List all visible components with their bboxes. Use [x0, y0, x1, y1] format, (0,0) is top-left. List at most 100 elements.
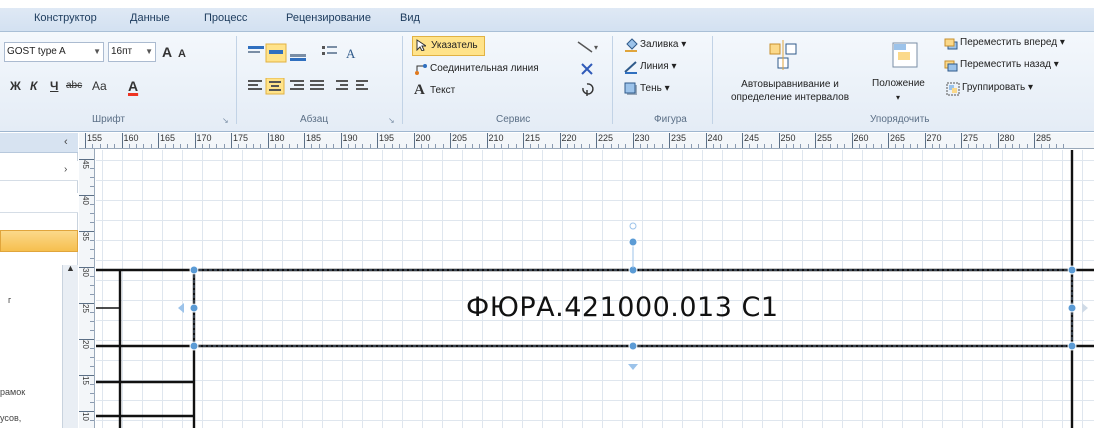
line-tool-icon[interactable]: ▾	[576, 40, 600, 54]
ruler-minor-tick	[289, 144, 291, 148]
ruler-minor-tick	[771, 144, 773, 148]
tab-data[interactable]: Данные	[130, 12, 170, 24]
chevron-down-icon[interactable]: ▼	[145, 43, 153, 61]
bold-button[interactable]: Ж	[10, 76, 21, 96]
send-backward-button[interactable]: Переместить назад ▾	[960, 57, 1059, 73]
ruler-minor-tick	[90, 240, 94, 241]
auto-align-button[interactable]: Автовыравнивание и определение интервало…	[722, 78, 858, 104]
ruler-minor-tick	[683, 144, 685, 148]
svg-text:▾: ▾	[594, 43, 598, 52]
ruler-minor-tick	[1019, 144, 1021, 148]
ruler-minor-tick	[187, 144, 189, 148]
ruler-minor-tick	[325, 144, 327, 148]
panel-selected-stencil[interactable]	[0, 230, 78, 252]
ruler-label: 225	[598, 133, 614, 143]
designation-text[interactable]: ФЮРА.421000.013 С1	[466, 292, 779, 323]
ruler-minor-tick	[318, 144, 320, 148]
ruler-minor-tick	[873, 144, 875, 148]
connector-icon	[415, 64, 427, 75]
ruler-label: 195	[379, 133, 395, 143]
ruler-minor-tick	[939, 144, 941, 148]
panel-row[interactable]: ›	[0, 161, 78, 181]
ruler-minor-tick	[946, 144, 948, 148]
ruler-minor-tick	[442, 144, 444, 148]
ruler-minor-tick	[479, 144, 481, 148]
chevron-down-icon[interactable]: ▾	[896, 90, 900, 106]
font-family-combo[interactable]: GOST type A ▼	[4, 42, 104, 62]
ruler-minor-tick	[201, 144, 203, 148]
ruler-label: 270	[926, 133, 942, 143]
separator	[236, 36, 237, 124]
connector-tool-button[interactable]: Соединительная линия	[430, 61, 539, 77]
panel-row[interactable]	[0, 193, 78, 213]
ruler-tick	[851, 133, 853, 148]
paragraph-launcher-icon[interactable]: ↘	[388, 116, 395, 125]
font-color-button[interactable]: A	[128, 76, 138, 96]
align-top-icons[interactable]	[248, 42, 320, 64]
scroll-up-icon[interactable]: ▲	[66, 263, 75, 273]
ruler-minor-tick	[880, 144, 882, 148]
ruler-label: 205	[452, 133, 468, 143]
ruler-tick	[961, 133, 962, 148]
ruler-minor-tick	[90, 357, 94, 358]
list-and-text-size-icons[interactable]: A	[322, 44, 362, 62]
shadow-button[interactable]: Тень ▾	[640, 81, 670, 97]
ruler-minor-tick	[172, 144, 174, 148]
grow-font-button[interactable]: A	[162, 42, 172, 62]
ruler-minor-tick	[355, 144, 357, 148]
drawing-canvas[interactable]: ФЮРА.421000.013 С1	[96, 150, 1094, 428]
line-button[interactable]: Линия ▾	[640, 59, 676, 75]
shadow-icon	[624, 82, 637, 95]
italic-button[interactable]: К	[30, 76, 37, 96]
ruler-minor-tick	[1048, 144, 1050, 148]
connection-arrow	[1082, 303, 1088, 313]
chevron-down-icon[interactable]: ▼	[93, 43, 101, 61]
ruler-minor-tick	[260, 144, 262, 148]
tab-review[interactable]: Рецензирование	[286, 12, 371, 24]
ruler-label: 265	[890, 133, 906, 143]
ruler-label: 30	[81, 268, 90, 277]
chevron-left-icon[interactable]: ‹	[64, 136, 68, 148]
ruler-minor-tick	[333, 144, 335, 148]
ruler-minor-tick	[844, 144, 846, 148]
tab-view[interactable]: Вид	[400, 12, 420, 24]
chevron-right-icon[interactable]: ›	[64, 164, 67, 175]
ruler-minor-tick	[749, 144, 751, 148]
group-icon	[946, 82, 960, 96]
paragraph-align-icons[interactable]	[248, 78, 378, 96]
underline-button[interactable]: Ч	[50, 76, 58, 96]
bring-forward-button[interactable]: Переместить вперед ▾	[960, 35, 1065, 51]
ruler-label: 165	[160, 133, 176, 143]
ruler-minor-tick	[1026, 144, 1028, 148]
ruler-minor-tick	[90, 366, 94, 367]
ruler-minor-tick	[1055, 144, 1057, 148]
strikethrough-button[interactable]: abc	[66, 76, 82, 96]
change-case-button[interactable]: Aa	[92, 76, 107, 96]
ruler-minor-tick	[90, 276, 94, 277]
ruler-minor-tick	[90, 249, 94, 250]
tab-process[interactable]: Процесс	[204, 12, 247, 24]
group-button[interactable]: Группировать ▾	[962, 80, 1033, 96]
shapes-panel: ‹ › ▲ г рамок усов,	[0, 133, 78, 428]
ruler-minor-tick	[982, 144, 984, 148]
shrink-font-button[interactable]: A	[178, 44, 186, 64]
panel-header-collapse[interactable]: ‹	[0, 133, 78, 153]
svg-text:A: A	[346, 46, 356, 61]
vertical-ruler: 45 40 35 30 25 20 15 10	[79, 149, 95, 428]
ruler-minor-tick	[581, 144, 583, 148]
ruler-minor-tick	[1063, 144, 1065, 148]
ruler-tick	[267, 133, 269, 148]
ruler-minor-tick	[785, 144, 787, 148]
panel-scrollbar[interactable]: ▲	[62, 263, 78, 428]
text-tool-button[interactable]: Текст	[430, 83, 455, 99]
font-size-combo[interactable]: 16пт ▼	[108, 42, 156, 62]
tab-design[interactable]: Конструктор	[34, 12, 97, 24]
fill-button[interactable]: Заливка ▾	[640, 37, 686, 53]
font-launcher-icon[interactable]: ↘	[222, 116, 229, 125]
ruler-minor-tick	[515, 144, 517, 148]
close-icon[interactable]	[580, 62, 594, 76]
ruler-minor-tick	[1004, 144, 1006, 148]
ruler-minor-tick	[895, 144, 897, 148]
rotate-text-icon[interactable]	[580, 82, 594, 98]
ruler-label: 280	[999, 133, 1015, 143]
